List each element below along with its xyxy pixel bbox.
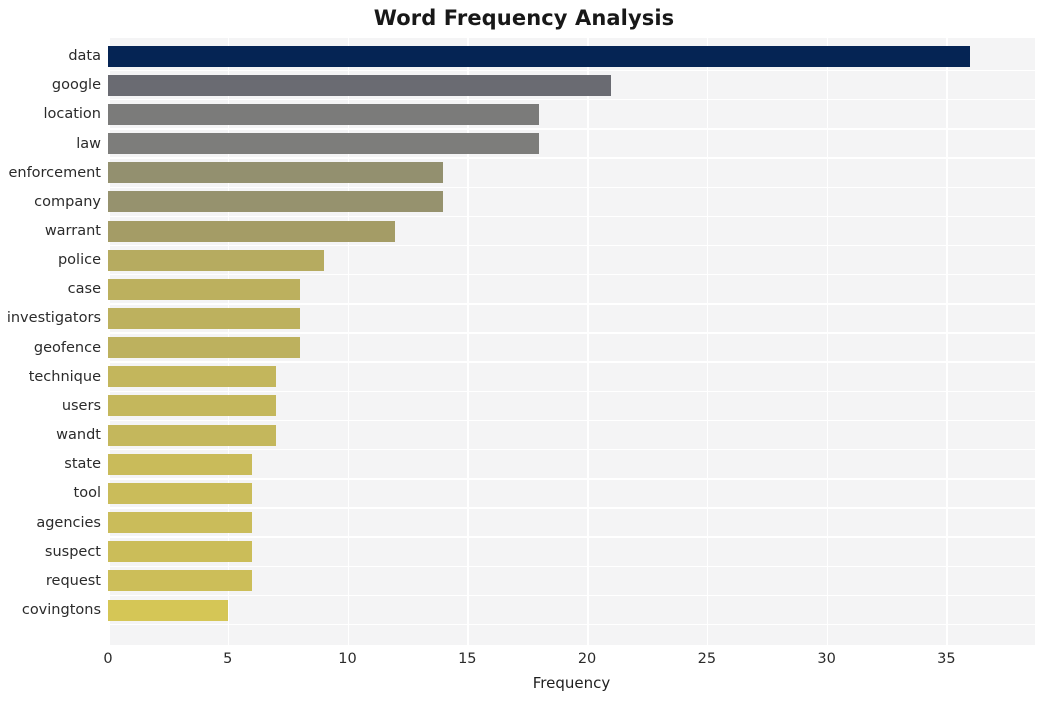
plot-area: [108, 38, 1035, 645]
bar-company: [108, 191, 444, 213]
bar-users: [108, 395, 276, 417]
y-tick-label-google: google: [51, 77, 101, 94]
y-tick-label-company: company: [34, 193, 101, 210]
y-gridline: [108, 274, 1035, 276]
x-tick-label-5: 5: [223, 651, 233, 667]
bar-request: [108, 570, 252, 592]
y-gridline: [108, 536, 1035, 538]
y-gridline: [108, 157, 1035, 159]
x-tick-label-35: 35: [937, 651, 956, 667]
y-tick-label-location: location: [43, 106, 101, 123]
bar-investigators: [108, 307, 300, 329]
bar-google: [108, 74, 612, 96]
y-tick-label-data: data: [68, 48, 101, 65]
x-tick-label-0: 0: [103, 651, 113, 667]
y-tick-label-covingtons: covingtons: [21, 602, 101, 618]
y-tick-label-technique: technique: [28, 368, 101, 385]
y-tick-label-users: users: [61, 397, 101, 414]
y-gridline: [108, 507, 1035, 509]
x-tick-label-30: 30: [817, 651, 836, 667]
bar-tool: [108, 482, 252, 504]
chart-title: Word Frequency Analysis: [373, 6, 675, 30]
y-gridline: [108, 390, 1035, 393]
x-tick-label-15: 15: [458, 651, 477, 667]
y-tick-label-tool: tool: [73, 485, 101, 502]
y-tick-label-wandt: wandt: [56, 427, 101, 444]
y-gridline: [108, 332, 1035, 334]
y-gridline: [108, 478, 1035, 480]
y-gridline: [108, 244, 1035, 247]
bar-data: [108, 45, 971, 67]
word-frequency-bar-chart: Word Frequency Analysis data google locati…: [0, 0, 1048, 701]
y-tick-label-request: request: [45, 572, 101, 589]
y-tick-label-enforcement: enforcement: [8, 164, 101, 181]
y-gridline: [108, 594, 1035, 597]
y-tick-label-investigators: investigators: [6, 310, 101, 327]
y-tick-label-agencies: agencies: [36, 514, 101, 531]
bar-police: [108, 249, 324, 271]
y-gridline: [108, 361, 1035, 363]
bar-law: [108, 133, 540, 155]
bar-enforcement: [108, 162, 444, 184]
bar-case: [108, 278, 300, 300]
y-gridline: [108, 303, 1035, 305]
y-gridline: [108, 448, 1035, 451]
y-tick-label-suspect: suspect: [44, 543, 101, 560]
bar-warrant: [108, 220, 396, 242]
bar-geofence: [108, 337, 300, 359]
bar-covingtons: [108, 599, 228, 621]
x-tick-label-25: 25: [697, 651, 717, 667]
x-tick-label-10: 10: [338, 651, 357, 667]
y-gridline: [108, 186, 1035, 188]
y-gridline: [108, 128, 1035, 130]
x-tick-label-20: 20: [577, 651, 597, 667]
y-tick-label-geofence: geofence: [33, 339, 101, 356]
y-gridline: [108, 623, 1035, 626]
x-axis-title: Frequency: [532, 674, 611, 692]
bar-location: [108, 103, 540, 125]
bar-agencies: [108, 512, 252, 534]
y-tick-label-case: case: [67, 281, 101, 298]
y-tick-label-state: state: [64, 456, 101, 473]
y-gridline: [108, 215, 1035, 218]
y-tick-label-law: law: [76, 135, 101, 152]
x-axis-ticks: 0 5 10 15 20 25 30 35: [103, 645, 1035, 671]
bar-suspect: [108, 541, 252, 563]
y-gridline: [108, 419, 1035, 422]
y-tick-label-warrant: warrant: [44, 223, 101, 239]
y-gridline: [108, 565, 1035, 567]
y-axis-labels: data google location law enforcement company w…: [0, 38, 101, 645]
y-gridline: [108, 69, 1035, 72]
y-gridline: [108, 99, 1035, 101]
bar-wandt: [108, 424, 276, 446]
y-tick-label-police: police: [57, 252, 101, 269]
bar-state: [108, 453, 252, 475]
bar-technique: [108, 366, 276, 388]
